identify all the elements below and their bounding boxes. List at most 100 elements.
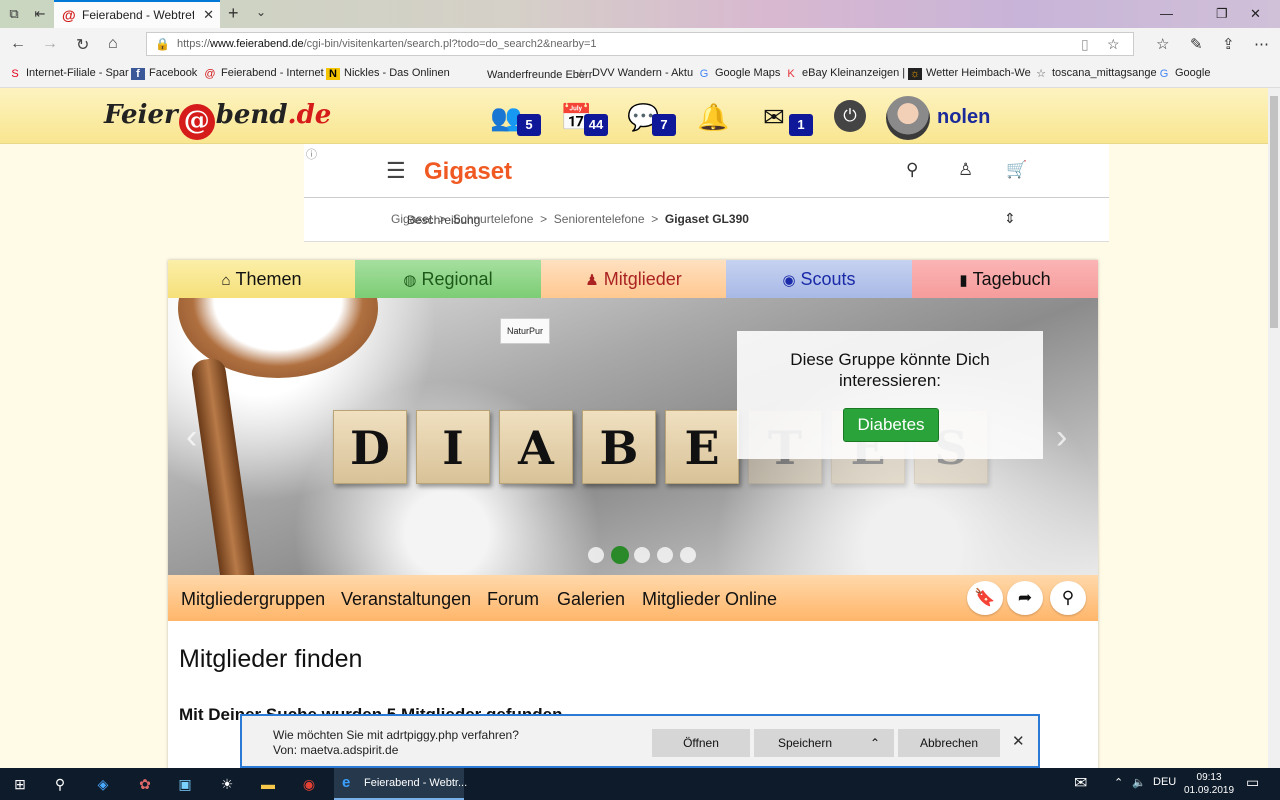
submenu-forum[interactable]: Forum [487,589,539,610]
forward-icon[interactable]: → [42,35,58,53]
carousel-next-icon[interactable]: › [1056,418,1067,457]
notification-icon[interactable]: ▭ [1246,774,1259,791]
bookmark-icon[interactable]: 🔖 [967,581,1003,615]
mail-icon[interactable]: ✉ [763,102,785,133]
page-scrollbar[interactable] [1268,88,1280,768]
windows-start-icon[interactable]: ⊞ [9,774,31,794]
share-arrow-icon[interactable]: ➦ [1007,581,1043,615]
close-icon[interactable]: ✕ [1012,732,1025,750]
favorites-bar: S Internet-Filiale - Spar f Facebook @ Feiera… [0,60,1280,88]
favorite-item[interactable]: KeBay Kleinanzeigen | [784,67,905,80]
gigaset-ad[interactable]: ⓘ ☰ Gigaset ⚲ ♙ 🛒 Gigaset > Schnurtelefo… [304,144,1109,242]
cart-icon[interactable]: 🛒 [1006,160,1027,180]
tab-tagebuch[interactable]: ▮ Tagebuch [912,260,1098,298]
favorite-label: Google [1175,67,1211,79]
share-icon[interactable]: ⇪ [1222,35,1235,53]
submenu-mitgliedergruppen[interactable]: Mitgliedergruppen [181,589,325,610]
favorite-item[interactable]: @ Feierabend - Internet [203,67,323,80]
scrollbar-thumb[interactable] [1270,96,1278,328]
carousel-prev-icon[interactable]: ‹ [186,418,197,457]
tab-list-icon[interactable]: ⧉ [4,4,24,24]
letter-block: D [333,410,407,484]
eye-icon: ◉ [782,272,796,289]
sparkasse-icon: S [11,68,19,80]
taskbar-app-edge[interactable]: e Feierabend - Webtr... [334,768,467,800]
diabetes-button[interactable]: Diabetes [843,408,939,442]
sort-chevrons-icon[interactable]: ⇕ [1004,210,1016,227]
favorite-item[interactable]: G Google Maps [697,67,781,80]
account-icon[interactable]: ♙ [958,160,973,180]
file-explorer-icon[interactable]: ▬ [257,774,279,794]
main-nav-tabs: ⌂ Themen ◍ Regional ♟ Mitglieder ◉ Scouts ▮ T… [168,260,1098,298]
app-icon-1[interactable]: ◈ [92,774,114,794]
hamburger-menu-icon[interactable]: ☰ [386,158,406,184]
close-window-icon[interactable]: ✕ [1250,6,1261,22]
app-icon-2[interactable]: ✿ [134,774,156,794]
favorite-star-icon[interactable]: ☆ [1107,36,1120,53]
favorite-item[interactable]: G Google [1157,67,1211,80]
web-note-icon[interactable]: ✎ [1190,35,1203,53]
power-icon[interactable]: ⏻ [834,100,866,132]
search-icon[interactable]: ⚲ [49,774,71,794]
favorite-item[interactable]: f Facebook [131,67,197,80]
reading-view-icon[interactable]: ▯ [1081,36,1089,53]
favorite-item[interactable]: ☆ toscana_mittagsange [1034,67,1157,80]
language-indicator[interactable]: DEU [1153,776,1176,788]
submenu-galerien[interactable]: Galerien [557,589,625,610]
cancel-button[interactable]: Abbrechen [898,729,1000,757]
bell-icon[interactable]: 🔔 [697,102,729,133]
tab-mitglieder[interactable]: ♟ Mitglieder [541,260,726,298]
chevron-down-icon[interactable]: ⌄ [256,5,266,19]
home-icon[interactable]: ⌂ [108,35,118,53]
letter-block: E [665,410,739,484]
promo-text: Diese Gruppe könnte Dich interessieren: [790,350,990,390]
naturpur-tag[interactable]: NaturPur [500,318,550,344]
search-icon[interactable]: ⚲ [906,160,918,180]
refresh-icon[interactable]: ↻ [76,35,89,55]
open-button[interactable]: Öffnen [652,729,750,757]
close-tab-icon[interactable]: ✕ [203,7,214,23]
search-icon[interactable]: ⚲ [1050,581,1086,615]
back-icon[interactable]: ← [10,35,26,53]
volume-icon[interactable]: 🔈 [1132,776,1146,789]
ad-info-icon[interactable]: ⓘ [306,146,317,162]
favorite-item[interactable]: S Internet-Filiale - Spar [8,67,128,80]
browser-tab-feierabend[interactable]: @ Feierabend - Webtreff f ✕ [54,0,220,28]
minimize-icon[interactable]: — [1160,6,1173,21]
star-icon: ☆ [1036,68,1046,80]
tab-themen[interactable]: ⌂ Themen [168,260,355,298]
carousel-dot[interactable] [657,547,673,563]
restore-icon[interactable]: ❐ [1216,6,1228,22]
set-aside-tabs-icon[interactable]: ⇤ [30,4,50,24]
carousel-dot[interactable] [588,547,604,563]
favorites-hub-icon[interactable]: ☆ [1156,35,1169,53]
save-button[interactable]: Speichern [754,729,856,757]
carousel-dot[interactable] [634,547,650,563]
save-options-chevron-icon[interactable]: ⌃ [856,729,894,757]
chrome-icon[interactable]: ◉ [298,774,320,794]
system-clock[interactable]: 09:13 01.09.2019 [1184,771,1234,797]
tray-chevron-icon[interactable]: ⌃ [1114,776,1123,789]
mail-tray-icon[interactable]: ✉ [1074,773,1087,793]
username[interactable]: nolen [937,106,990,129]
favorite-label: eBay Kleinanzeigen | [802,67,906,79]
google-icon: G [1159,68,1169,80]
avatar[interactable] [886,96,930,140]
submenu-veranstaltungen[interactable]: Veranstaltungen [341,589,471,610]
site-header: Feier @ bend.de 👥 5 📅 44 💬 7 🔔 ✉ 1 ⏻ nolen [0,88,1268,144]
brightness-icon[interactable]: ☀ [216,774,238,794]
more-icon[interactable]: ⋯ [1254,35,1269,53]
site-logo[interactable]: Feier @ bend.de [104,100,331,140]
carousel-dot[interactable] [680,547,696,563]
favorite-item[interactable]: ☼ Wetter Heimbach-We [908,67,1031,80]
favorite-item[interactable]: ☆ DVV Wandern - Aktu [574,67,693,80]
carousel-dot[interactable] [611,546,629,564]
ad-brand[interactable]: Gigaset [424,158,512,186]
url-input[interactable]: 🔒 https://www.feierabend.de/cgi-bin/visi… [146,32,1134,56]
submenu-mitglieder-online[interactable]: Mitglieder Online [642,589,777,610]
tab-scouts[interactable]: ◉ Scouts [726,260,912,298]
favorite-item[interactable]: N Nickles - Das Onlinen [326,67,450,80]
tab-regional[interactable]: ◍ Regional [355,260,541,298]
new-tab-icon[interactable]: + [228,3,239,24]
app-icon-3[interactable]: ▣ [174,774,196,794]
